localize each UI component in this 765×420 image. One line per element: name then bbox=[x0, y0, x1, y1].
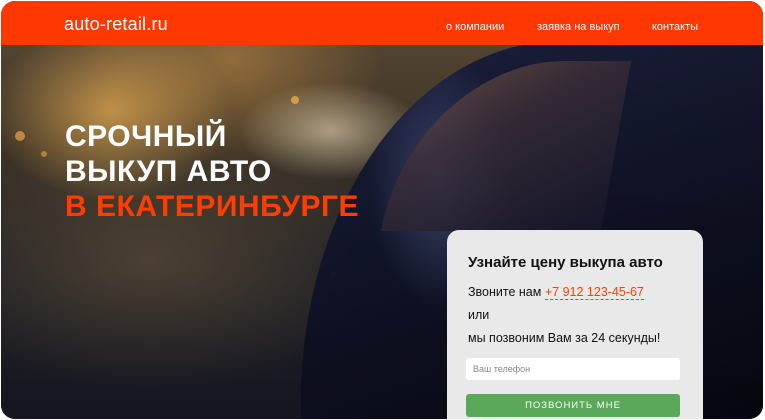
hero-title-line-1: СРОЧНЫЙ bbox=[65, 120, 227, 153]
callback-text: мы позвоним Вам за 24 секунды! bbox=[468, 331, 661, 345]
call-prefix: Звоните нам bbox=[468, 285, 542, 299]
hero-title-line-3: В ЕКАТЕРИНБУРГЕ bbox=[65, 190, 360, 223]
site-logo[interactable]: auto-retail.ru bbox=[64, 14, 168, 35]
top-header: auto-retail.ru о компании заявка на выку… bbox=[1, 1, 763, 45]
nav-buyout-request[interactable]: заявка на выкуп bbox=[537, 21, 620, 33]
nav-about[interactable]: о компании bbox=[446, 21, 504, 33]
phone-link[interactable]: +7 912 123-45-67 bbox=[544, 285, 644, 300]
nav-contacts[interactable]: контакты bbox=[652, 21, 698, 33]
call-us-line: Звоните нам +7 912 123-45-67 bbox=[468, 285, 644, 300]
or-text: или bbox=[468, 308, 490, 322]
phone-input[interactable] bbox=[466, 358, 680, 380]
call-me-button[interactable]: ПОЗВОНИТЬ МНЕ bbox=[466, 394, 680, 417]
hero-title-line-2: ВЫКУП АВТО bbox=[65, 155, 272, 188]
car-window bbox=[381, 61, 631, 231]
form-title: Узнайте цену выкупа авто bbox=[468, 254, 663, 271]
callback-form-card: Узнайте цену выкупа авто Звоните нам +7 … bbox=[447, 230, 703, 419]
page-frame: auto-retail.ru о компании заявка на выку… bbox=[1, 1, 763, 419]
